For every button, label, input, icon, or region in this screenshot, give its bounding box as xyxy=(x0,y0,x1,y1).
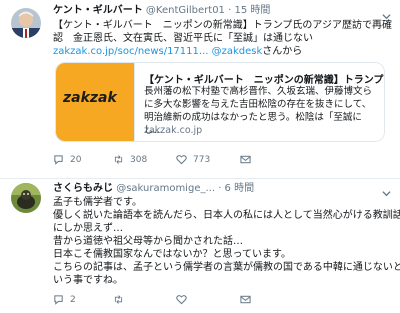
retweet-icon xyxy=(114,295,123,304)
timestamp[interactable]: · 15 時間 xyxy=(228,5,270,16)
tweet-text-line: 【ケント・ギルバート ニッポンの新常識】トランプ氏のアジア歴訪で再確 xyxy=(53,20,392,31)
article-link[interactable]: zakzak.co.jp/soc/news/17111... xyxy=(53,46,208,57)
tweet-header: ケント・ギルバート @KentGilbert01 · 15 時間 xyxy=(53,4,270,17)
tweet-kent[interactable]: ケント・ギルバート @KentGilbert01 · 15 時間 【ケント・ギル… xyxy=(0,0,400,178)
chevron-down-icon[interactable] xyxy=(382,183,391,202)
tweet-text-line: にしか思えず… xyxy=(53,223,123,234)
timestamp[interactable]: · 6 時間 xyxy=(218,183,254,194)
retweet-count: 308 xyxy=(130,154,148,165)
reply-button[interactable]: 2 xyxy=(53,294,76,305)
card-image: zakzak xyxy=(56,63,135,141)
like-button[interactable] xyxy=(176,294,187,305)
like-count: 773 xyxy=(193,154,211,165)
user-name[interactable]: ケント・ギルバート xyxy=(53,5,143,16)
dm-button[interactable] xyxy=(240,154,251,165)
tweet-text-line: 日本こそ儒教国家なんではないか？と思っています。 xyxy=(53,249,291,260)
mention-suffix: さんから xyxy=(262,46,303,57)
dm-button[interactable] xyxy=(240,294,251,305)
tweet-actions: 2 xyxy=(53,294,373,308)
tweet-link-line: zakzak.co.jp/soc/news/17111... @zakdeskさ… xyxy=(53,45,302,58)
tweet-text-line: 昔から道徳や祖父母等から聞かされた話… xyxy=(53,236,243,247)
heart-icon xyxy=(176,295,187,305)
tweet-header: さくらもみじ @sakuramomige_... · 6 時間 xyxy=(53,182,254,195)
retweet-button[interactable] xyxy=(113,294,124,305)
retweet-button[interactable]: 308 xyxy=(113,154,147,165)
user-handle[interactable]: @KentGilbert01 xyxy=(146,5,225,16)
reply-icon xyxy=(54,155,63,165)
retweet-icon xyxy=(114,155,123,164)
tweet-text-line: 優しく説いた論語本を読んだら、日本人の私には人として当然心がける教訓話 xyxy=(53,210,400,221)
tweet-sakura[interactable]: さくらもみじ @sakuramomige_... · 6 時間 孟子も儒学者です… xyxy=(0,179,400,313)
tweet-text-line: 孟子も儒学者です。 xyxy=(53,197,142,208)
link-card[interactable]: zakzak 【ケント・ギルバート ニッポンの新常識】トランプ... 長州藩の松… xyxy=(55,62,385,142)
tweet-text-line: こちらの記事は、孟子という儒学者の言葉が儒教の国である中韓に通じないと xyxy=(53,262,400,273)
tweet-text-line: 認 金正恩氏、文在寅氏、習近平氏に「至誠」は通じない xyxy=(53,33,313,44)
zakzak-logo: zakzak xyxy=(63,90,117,106)
card-domain: zakzak.co.jp xyxy=(144,125,203,136)
tweet-actions: 20 308 773 xyxy=(53,154,373,168)
reply-count: 2 xyxy=(70,294,76,305)
envelope-icon xyxy=(240,295,251,304)
avatar[interactable] xyxy=(11,183,41,213)
user-handle[interactable]: @sakuramomige_... xyxy=(116,183,215,194)
heart-icon xyxy=(176,155,187,165)
reply-icon xyxy=(54,295,63,305)
reply-button[interactable]: 20 xyxy=(53,154,81,165)
mention-link[interactable]: @zakdesk xyxy=(212,46,263,57)
avatar[interactable] xyxy=(11,8,41,38)
like-button[interactable]: 773 xyxy=(176,154,210,165)
card-title: 【ケント・ギルバート ニッポンの新常識】トランプ... xyxy=(144,75,385,86)
envelope-icon xyxy=(240,155,251,164)
user-name[interactable]: さくらもみじ xyxy=(53,183,113,194)
reply-count: 20 xyxy=(70,154,82,165)
tweet-text-line: いう事ですね。 xyxy=(53,275,123,286)
